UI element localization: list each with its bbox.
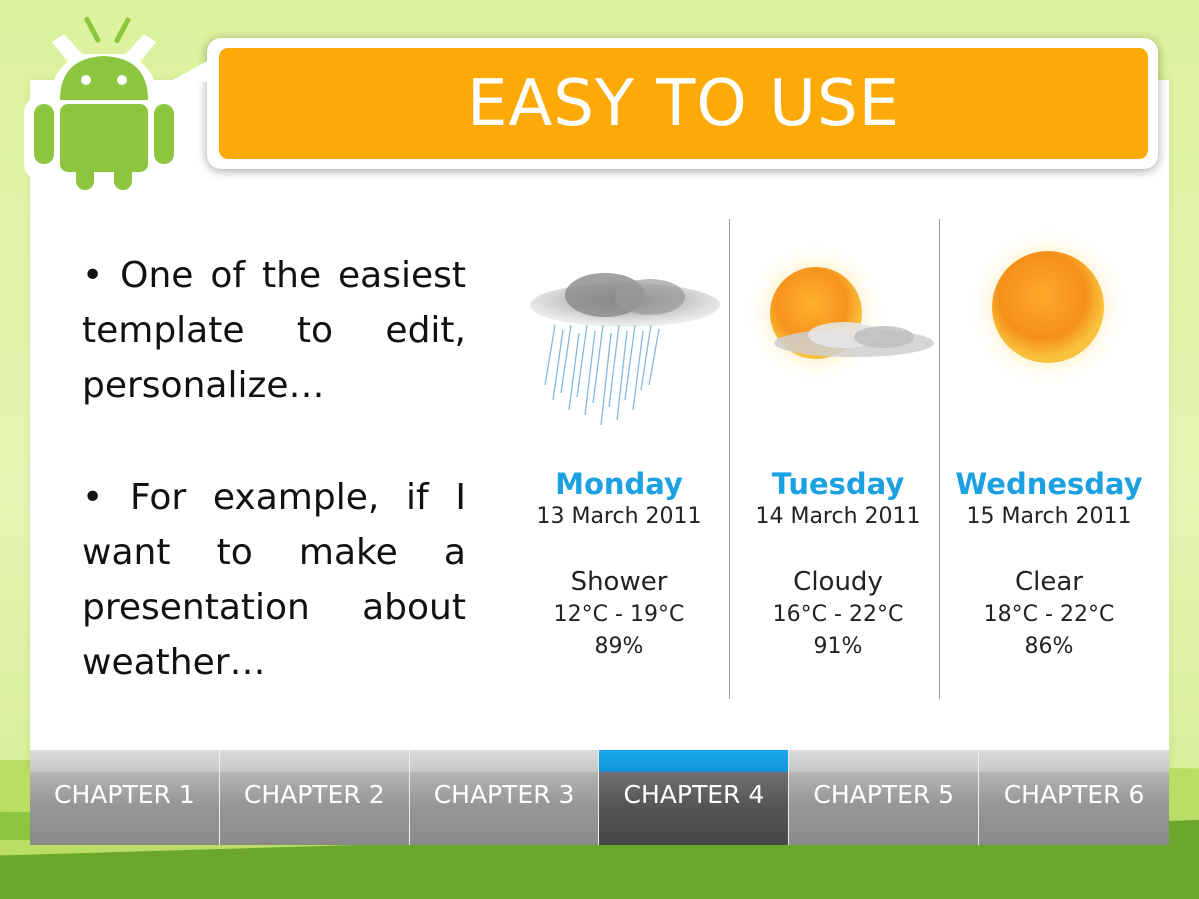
tab-label: CHAPTER 5 [813,780,955,809]
tab-chapter-1[interactable]: CHAPTER 1 [30,750,220,845]
day-condition: Shower [570,567,668,597]
tab-label: CHAPTER 3 [433,780,575,809]
day-condition: Clear [1015,567,1083,597]
weather-day-wednesday: Wednesday 15 March 2011 Clear 18°C - 22°… [945,225,1153,663]
tab-chapter-5[interactable]: CHAPTER 5 [789,750,980,845]
tab-chapter-4[interactable]: CHAPTER 4 [599,750,790,845]
weather-day-monday: Monday 13 March 2011 Shower 12°C - 19°C … [515,225,723,663]
day-date: 15 March 2011 [966,504,1132,529]
day-name: Monday [555,467,683,501]
day-name: Tuesday [771,467,905,501]
tab-chapter-2[interactable]: CHAPTER 2 [219,750,410,845]
day-temperature: 18°C - 22°C [983,602,1115,627]
day-humidity: 91% [813,634,863,659]
bullet-item: • For example, if I want to make a prese… [82,477,466,683]
weather-day-tuesday: Tuesday 14 March 2011 Cloudy 16°C - 22°C… [734,225,942,663]
title-card: EASY TO USE [169,38,1158,169]
sun-cloud-icon [744,241,934,385]
day-condition: Cloudy [793,567,883,597]
day-date: 13 March 2011 [536,504,702,529]
day-temperature: 12°C - 19°C [553,602,685,627]
sun-icon [966,225,1130,389]
page-title: EASY TO USE [467,66,900,141]
bullet-item: • One of the easiest template to edit, p… [82,255,466,406]
day-date: 14 March 2011 [755,504,921,529]
tab-chapter-3[interactable]: CHAPTER 3 [409,750,600,845]
tab-label: CHAPTER 2 [243,780,385,809]
tab-label: CHAPTER 1 [54,780,195,809]
bullet-list: • One of the easiest template to edit, p… [82,248,466,690]
rain-cloud-icon [530,273,720,426]
day-temperature: 16°C - 22°C [772,602,904,627]
tab-label: CHAPTER 6 [1003,780,1145,809]
day-name: Wednesday [955,467,1143,501]
android-robot-icon [24,16,184,194]
day-humidity: 89% [594,634,644,659]
chapter-tabs: CHAPTER 1 CHAPTER 2 CHAPTER 3 CHAPTER 4 … [30,750,1169,845]
tab-label: CHAPTER 4 [623,780,765,809]
title-bar: EASY TO USE [219,48,1148,159]
day-humidity: 86% [1024,634,1074,659]
tab-chapter-6[interactable]: CHAPTER 6 [979,750,1169,845]
column-divider [729,219,730,699]
